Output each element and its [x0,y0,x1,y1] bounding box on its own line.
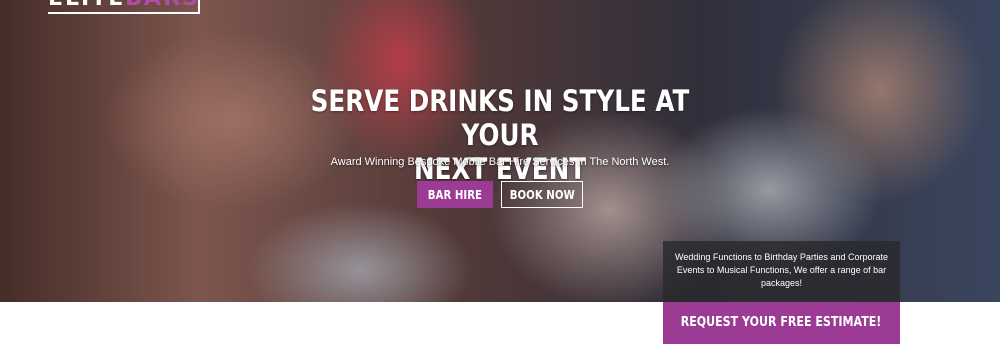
hero-banner: ELITEBARS SERVE DRINKS IN STYLE AT YOUR … [0,0,1000,302]
book-now-label: BOOK NOW [509,187,575,202]
logo-text-b: BARS [125,0,198,11]
request-estimate-label: REQUEST YOUR FREE ESTIMATE! [681,314,882,330]
hero-subheadline: Award Winning Bespoke Mobile Bar Hire Se… [330,156,670,168]
bar-hire-label: BAR HIRE [427,187,483,202]
request-estimate-button[interactable]: REQUEST YOUR FREE ESTIMATE! [663,302,900,344]
bar-hire-button[interactable]: BAR HIRE [417,181,493,208]
logo-text-a: ELITE [48,0,125,11]
hero-headline: SERVE DRINKS IN STYLE AT YOUR NEXT EVENT [288,84,713,186]
headline-line-1: SERVE DRINKS IN STYLE AT YOUR [310,84,690,152]
info-panel: Wedding Functions to Birthday Parties an… [663,241,900,302]
info-panel-text: Wedding Functions to Birthday Parties an… [675,252,888,288]
site-logo[interactable]: ELITEBARS [48,0,200,14]
book-now-button[interactable]: BOOK NOW [501,181,583,208]
